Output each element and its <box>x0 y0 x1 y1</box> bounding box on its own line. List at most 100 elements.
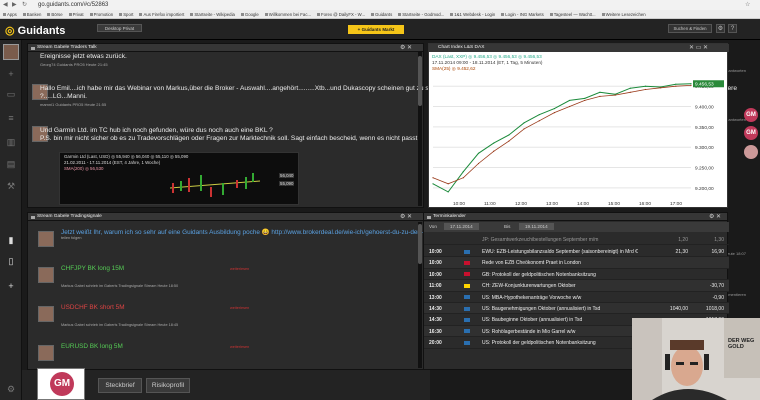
bookmark-item[interactable]: Sport <box>119 12 133 17</box>
gear-icon[interactable]: ⚙ <box>716 24 725 33</box>
browser-url-bar[interactable]: ◀ ▶ ↻ go.guidants.com/#c/52863 ☆ <box>0 0 760 10</box>
panel-controls[interactable]: ⚙ ✕ <box>709 213 721 221</box>
event-text: JP: Gesamtwerkzeuchibestellungen Septemb… <box>482 237 599 243</box>
tools-icon[interactable]: ⚒ <box>5 180 17 192</box>
bookmark-item[interactable]: Börse <box>47 12 62 17</box>
tab-risikoprofil[interactable]: Risikoprofil <box>146 378 190 393</box>
time-tick-label: 12:00 <box>515 201 527 207</box>
price-label: 56,040 <box>279 173 295 178</box>
avatar[interactable] <box>38 231 54 247</box>
event-text: Rede von EZB Cheökonomt Praet in London <box>482 260 581 267</box>
signal-badge[interactable]: weiterlesen <box>230 345 249 349</box>
calendar-row[interactable]: 11:00 CH: ZEW-Konjunkturerwartungen Oktob… <box>424 280 729 292</box>
guidants-logo[interactable]: ◎ Guidants <box>5 24 65 37</box>
reload-icon[interactable]: ↻ <box>22 1 27 8</box>
bookmark-item[interactable]: 1&1 Webdesk - Login <box>450 12 495 17</box>
dax-point <box>553 107 556 110</box>
calendar-row[interactable]: 10:00 Rede von EZB Cheökonomt Praet in Lo… <box>424 257 729 269</box>
bookmark-item[interactable]: Startseite - Wikipedia <box>190 12 235 17</box>
gm-logo-text: GM <box>50 372 74 396</box>
signal-badge[interactable]: weiterlesen <box>230 267 249 271</box>
bookmark-item[interactable]: Apps <box>3 12 17 17</box>
back-icon[interactable]: ◀ <box>3 1 8 8</box>
bookmark-item[interactable]: Privat <box>69 12 84 17</box>
guidants-markt-button[interactable]: Guidants Markt <box>348 25 404 34</box>
signal-badge[interactable]: weiterlesen <box>230 306 249 310</box>
sma-point <box>508 140 510 142</box>
bookmark-item[interactable]: Google <box>241 12 259 17</box>
dax-point <box>675 83 677 85</box>
bookmark-item[interactable]: Weitere Lesezeichen <box>602 12 646 17</box>
time-tick-label: 14:00 <box>577 201 589 207</box>
time-tick-label: 16:00 <box>639 201 651 207</box>
gm-sticker: GM <box>744 126 758 140</box>
time-tick-label: 13:00 <box>546 201 558 207</box>
sma-point <box>538 120 540 122</box>
search-button[interactable]: Suchen & Finden <box>668 24 712 33</box>
bookmark-item[interactable]: Guidants <box>371 12 392 17</box>
event-time: 10:00 <box>429 249 442 255</box>
desktop-dropdown[interactable]: Desktop Privat <box>97 24 142 32</box>
webcam-image <box>632 318 760 400</box>
dax-point <box>432 183 434 185</box>
price-tick-label: 9.200,00 <box>695 186 714 192</box>
add-icon[interactable]: + <box>5 68 17 80</box>
dax-point <box>477 152 480 154</box>
event-forecast: 21,30 <box>675 249 688 255</box>
event-text: EWU: EZB-Leistungsbilanzsaldo September … <box>482 249 638 255</box>
monitor-icon[interactable]: ▭ <box>5 88 17 100</box>
add-widget-icon[interactable]: + <box>5 280 17 292</box>
avatar[interactable] <box>38 267 54 283</box>
bookmark-item[interactable]: Tagesteel — Wachtt... <box>550 12 596 17</box>
date-to-input[interactable]: 19.11.2014 <box>519 223 554 230</box>
forward-icon[interactable]: ▶ <box>12 1 17 8</box>
bookmark-item[interactable]: Login - ING Markets <box>501 12 543 17</box>
sma-point <box>432 177 434 179</box>
bookmark-outline-icon[interactable]: ▯ <box>5 255 17 267</box>
calendar-row[interactable]: 10:00 GB: Protokoll der geldpolitischen N… <box>424 269 729 281</box>
feed-scrollbar[interactable] <box>418 52 422 206</box>
event-time: 20:00 <box>429 340 442 347</box>
url-text[interactable]: go.guidants.com/#c/52863 <box>38 2 108 8</box>
time-tick-label: 10:00 <box>453 201 465 207</box>
garmin-chart[interactable]: Garmin Ltd (Last, USD) ◎ 55,940 ◎ 56,040… <box>59 152 299 205</box>
dax-point <box>629 87 631 89</box>
bookmark-item[interactable]: Aus Firefox importiert <box>139 12 184 17</box>
tab-steckbrief[interactable]: Steckbrief <box>98 378 142 393</box>
event-previous: 1018,00 <box>705 306 724 312</box>
signals-scrollbar[interactable] <box>418 222 422 368</box>
dax-point <box>508 134 510 136</box>
calendar-row[interactable]: JP: Gesamtwerkzeuchibestellungen Septemb… <box>424 234 729 246</box>
date-from-input[interactable]: 17.11.2014 <box>444 223 479 230</box>
bookmark-item[interactable]: Promotion <box>90 12 114 17</box>
bookmark-item[interactable]: Forex @ DailyFX - W... <box>317 12 365 17</box>
inbox-icon[interactable]: ▤ <box>5 158 17 170</box>
event-value: 1,20 <box>678 237 688 243</box>
calendar-row[interactable]: 14:30 US: Baugenehmigungen Oktober (annua… <box>424 303 729 315</box>
dax-chart-panel[interactable]: Chart Index L&S DAX ✕ ▭ ✕ DAX (Last, XXP… <box>428 43 729 208</box>
calendar-row[interactable]: 10:00 EWU: EZB-Leistungsbilanzsaldo Septe… <box>424 246 729 258</box>
panel-close-icon[interactable]: ⚙ ✕ <box>400 44 412 52</box>
panel-close-icon[interactable]: ⚙ ✕ <box>400 213 412 221</box>
sma-point <box>553 112 556 114</box>
avatar[interactable] <box>38 345 54 361</box>
gm-logo[interactable]: GM <box>37 368 85 400</box>
price-tick-label: 9.250,00 <box>695 166 714 172</box>
avatar[interactable] <box>38 306 54 322</box>
sma-point <box>660 87 662 89</box>
chart-icon[interactable]: ▥ <box>5 136 17 148</box>
event-time: 10:00 <box>429 271 442 278</box>
help-icon[interactable]: ? <box>728 24 737 33</box>
logo-text: Guidants <box>17 25 66 37</box>
list-icon[interactable]: ≡ <box>5 112 17 124</box>
webcam-sign: DER WEG GOLD <box>728 338 755 350</box>
user-avatar[interactable] <box>3 44 19 60</box>
calendar-row[interactable]: 13:00 US: MBA-Hypothekenanträge Vorwoche … <box>424 292 729 303</box>
bookmark-item[interactable]: Willkommen bei Fac... <box>265 12 311 17</box>
bookmark-item[interactable]: Startseite - Godmod... <box>398 12 444 17</box>
bookmark-icon[interactable]: ▮ <box>5 234 17 246</box>
sma-point <box>599 95 601 97</box>
bookmark-item[interactable]: Banken <box>23 12 42 17</box>
star-icon[interactable]: ☆ <box>745 1 750 8</box>
settings-icon[interactable]: ⚙ <box>5 383 17 395</box>
